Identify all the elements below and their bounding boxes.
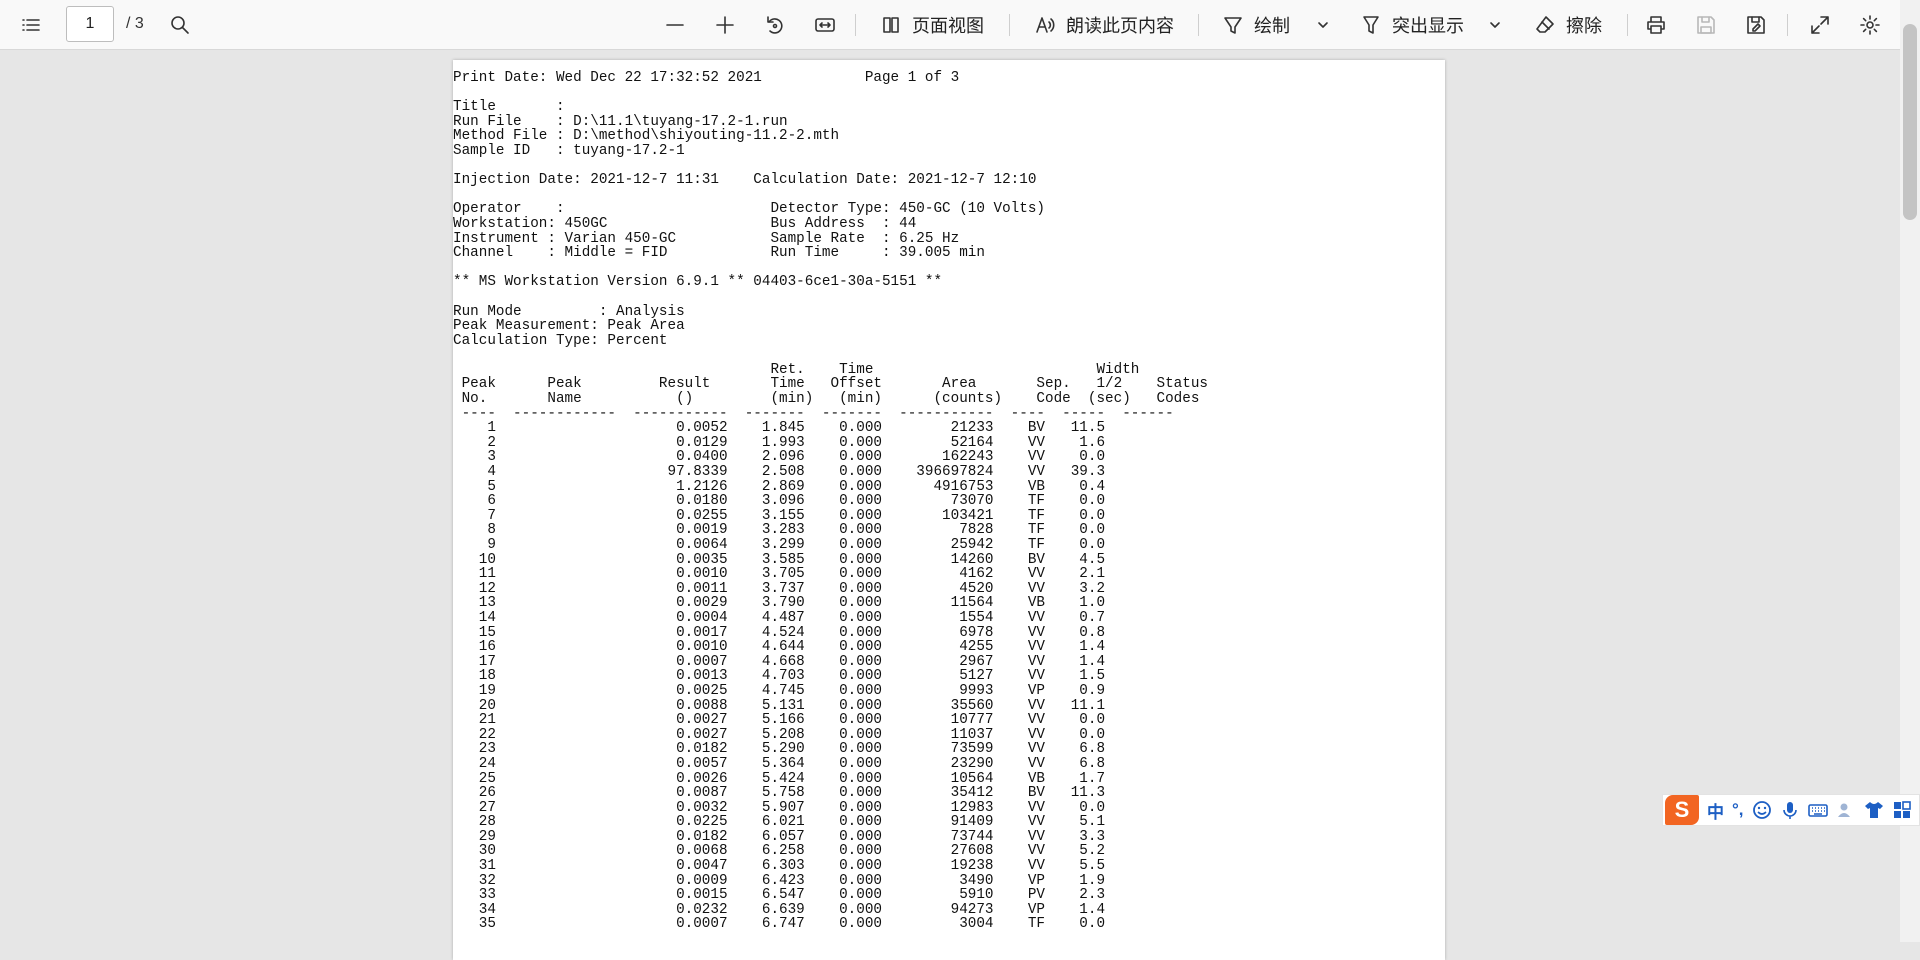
print-icon[interactable] — [1643, 12, 1669, 38]
highlighter-icon — [1358, 12, 1384, 38]
page-view-label: 页面视图 — [912, 16, 984, 36]
chevron-down-icon[interactable] — [1482, 12, 1508, 38]
save-icon[interactable] — [1693, 12, 1719, 38]
search-icon[interactable] — [167, 12, 193, 38]
fullscreen-icon[interactable] — [1807, 12, 1833, 38]
erase-button[interactable]: 擦除 — [1532, 12, 1602, 38]
read-aloud-button[interactable]: 朗读此页内容 — [1032, 12, 1174, 38]
sogou-logo-icon[interactable]: S — [1665, 795, 1699, 825]
rotate-icon[interactable] — [762, 12, 788, 38]
report-text: Print Date: Wed Dec 22 17:32:52 2021 Pag… — [453, 70, 1208, 933]
settings-gear-icon[interactable] — [1857, 12, 1883, 38]
toolbar-divider — [1787, 14, 1788, 36]
scrollbar-thumb[interactable] — [1903, 24, 1917, 220]
read-aloud-label: 朗读此页内容 — [1066, 16, 1174, 36]
erase-label: 擦除 — [1566, 16, 1602, 36]
toolbar-divider — [1009, 14, 1010, 36]
toolbar-divider — [1627, 14, 1628, 36]
page-number-input[interactable]: 1 — [66, 6, 114, 42]
draw-button[interactable]: 绘制 — [1220, 12, 1290, 38]
keyboard-icon[interactable] — [1807, 800, 1828, 820]
pdf-page: Print Date: Wed Dec 22 17:32:52 2021 Pag… — [453, 60, 1445, 960]
zoom-in-icon[interactable] — [712, 12, 738, 38]
fit-width-icon[interactable] — [812, 12, 838, 38]
ime-punctuation-toggle[interactable]: °, — [1732, 800, 1744, 820]
chevron-down-icon[interactable] — [1310, 12, 1336, 38]
save-as-icon[interactable] — [1743, 12, 1769, 38]
page-view-button[interactable]: 页面视图 — [878, 12, 984, 38]
page-total: / 3 — [126, 15, 144, 32]
read-aloud-icon — [1032, 12, 1058, 38]
table-of-contents-icon[interactable] — [18, 12, 44, 38]
page-view-icon — [878, 12, 904, 38]
toolbox-grid-icon[interactable] — [1892, 800, 1912, 820]
draw-label: 绘制 — [1254, 16, 1290, 36]
pdf-toolbar: 1 / 3 页面视图 朗读此页内容 绘制 突出显示 擦除 — [0, 0, 1920, 50]
ime-language-toggle[interactable]: 中 — [1707, 798, 1724, 823]
microphone-icon[interactable] — [1780, 800, 1800, 820]
user-settings-icon[interactable] — [1836, 800, 1856, 820]
toolbar-divider — [855, 14, 856, 36]
highlight-button[interactable]: 突出显示 — [1358, 12, 1464, 38]
ime-toolbar: S 中 °, — [1662, 794, 1920, 826]
highlight-label: 突出显示 — [1392, 16, 1464, 36]
toolbar-divider — [1198, 14, 1199, 36]
zoom-out-icon[interactable] — [662, 12, 688, 38]
eraser-icon — [1532, 12, 1558, 38]
draw-pen-icon — [1220, 12, 1246, 38]
emoji-icon[interactable] — [1752, 800, 1772, 820]
skin-shirt-icon[interactable] — [1864, 800, 1884, 820]
